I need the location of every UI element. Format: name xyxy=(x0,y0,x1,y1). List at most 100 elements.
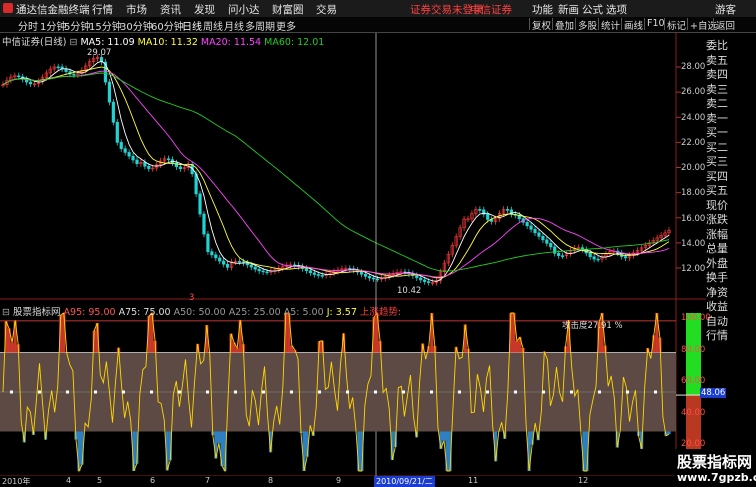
candle-body xyxy=(56,66,60,69)
candle-body xyxy=(304,268,309,271)
menu-caifuquan[interactable]: 财富圈 xyxy=(272,2,304,17)
side-buy1: 买一 xyxy=(706,126,728,139)
btn-biaoji[interactable]: 标记 xyxy=(664,18,688,32)
midline-dot xyxy=(346,390,349,394)
menu-xinhua[interactable]: 新画 xyxy=(558,2,579,17)
date-label-5: 5 xyxy=(97,476,103,485)
candle-body xyxy=(237,261,242,263)
btn-huaxian[interactable]: 画线 xyxy=(621,18,645,32)
signal-label: 上涨趋势: xyxy=(359,307,402,318)
period-30min[interactable]: 30分钟 xyxy=(120,18,153,33)
midline-dot xyxy=(430,390,433,394)
y-tick-16: 16.00 xyxy=(681,214,706,224)
period-1min[interactable]: 1分钟 xyxy=(40,18,66,33)
period-more[interactable]: 更多 xyxy=(276,18,296,33)
kline-chart-area[interactable] xyxy=(0,33,706,476)
ma60-label: MA60: 12.01 xyxy=(264,37,325,48)
midline-dot xyxy=(374,390,377,394)
midline-dot xyxy=(542,390,545,394)
midline-dot xyxy=(570,390,573,394)
midline-dot xyxy=(178,390,181,394)
midline-dot xyxy=(150,390,153,394)
btn-fuquan[interactable]: 复权 xyxy=(529,18,553,32)
candle-body xyxy=(533,229,537,234)
side-quote[interactable]: 行情 xyxy=(706,327,728,343)
candle-body xyxy=(423,279,427,282)
midline-dot xyxy=(38,390,41,394)
period-fenshi[interactable]: 分时 xyxy=(18,18,38,33)
candle-body xyxy=(127,152,131,157)
menu-wenxiaoda[interactable]: 问小达 xyxy=(228,2,260,17)
overbought-bar xyxy=(430,313,434,353)
y-tick-18: 18.00 xyxy=(681,188,706,198)
candle-body xyxy=(478,209,482,211)
candle-body xyxy=(202,213,206,235)
ma10-label: MA10: 11.32 xyxy=(137,37,198,48)
period-daily[interactable]: 日线 xyxy=(182,18,202,33)
candle-body xyxy=(427,281,431,283)
oversold-bar xyxy=(77,431,81,471)
btn-tongji[interactable]: 统计 xyxy=(598,18,622,32)
collapse-indicator-icon[interactable]: ⊟ xyxy=(2,307,10,318)
menu-gongneng[interactable]: 功能 xyxy=(532,2,553,17)
period-5min[interactable]: 5分钟 xyxy=(64,18,90,33)
period-weekly[interactable]: 周线 xyxy=(203,18,223,33)
candle-body xyxy=(316,274,320,276)
menu-zixun[interactable]: 资讯 xyxy=(160,2,181,17)
candle-body xyxy=(206,233,210,252)
candle-body xyxy=(560,255,565,257)
user-guest[interactable]: 游客 xyxy=(715,2,736,17)
candle-body xyxy=(119,142,123,149)
menu-xuanxiang[interactable]: 选项 xyxy=(606,2,627,17)
ind-tick-40: 40.00 xyxy=(681,408,706,418)
midline-dot xyxy=(598,390,601,394)
a50-label: A50: 50.00 xyxy=(173,307,226,318)
candle-body xyxy=(375,278,379,281)
period-monthly[interactable]: 月线 xyxy=(224,18,244,33)
overbought-bar xyxy=(515,340,519,353)
period-60min[interactable]: 60分钟 xyxy=(151,18,184,33)
btn-duogu[interactable]: 多股 xyxy=(575,18,599,32)
menu-jiaoyi[interactable]: 交易 xyxy=(316,2,337,17)
candle-body xyxy=(226,263,230,268)
candle-body xyxy=(218,257,222,262)
broker-name[interactable]: 中信证券 xyxy=(470,2,512,17)
cursor-date-label: 2010/09/21/二 xyxy=(374,476,435,487)
date-label-12: 12 xyxy=(578,476,589,485)
btn-fanhui[interactable]: 返回 xyxy=(713,18,737,32)
candle-body xyxy=(525,221,529,227)
candle-body xyxy=(166,158,171,161)
oversold-bar xyxy=(442,431,446,441)
midline-dot xyxy=(514,390,517,394)
menu-faxian[interactable]: 发现 xyxy=(194,2,215,17)
ind-tick-20: 20.00 xyxy=(681,439,706,449)
y-tick-24: 24.00 xyxy=(681,113,706,123)
app-logo-icon xyxy=(3,3,13,13)
low-price-label: 10.42 xyxy=(397,286,422,296)
period-multi[interactable]: 多周期 xyxy=(245,18,275,33)
candle-body xyxy=(371,277,376,280)
period-15min[interactable]: 15分钟 xyxy=(89,18,122,33)
menu-shichang[interactable]: 市场 xyxy=(126,2,147,17)
menu-hangqing[interactable]: 行情 xyxy=(92,2,113,17)
candle-body xyxy=(541,236,545,241)
candle-body xyxy=(72,73,76,76)
ma20-label: MA20: 11.54 xyxy=(200,37,262,48)
side-volume: 总量 xyxy=(706,242,728,255)
date-label-8: 8 xyxy=(268,476,274,485)
candle-body xyxy=(549,243,553,248)
menu-gongshi[interactable]: 公式 xyxy=(582,2,603,17)
candle-body xyxy=(214,254,218,259)
date-label-9: 9 xyxy=(336,476,342,485)
btn-diejia[interactable]: 叠加 xyxy=(552,18,576,32)
collapse-icon[interactable]: ⊟ xyxy=(69,37,77,48)
main-chart-legend: 中信证券(日线) ⊟ MA5: 11.09 MA10: 11.32 MA20: … xyxy=(2,34,324,48)
candle-body xyxy=(123,148,127,153)
overbought-bar xyxy=(13,320,17,353)
candle-body xyxy=(17,75,21,78)
candle-body xyxy=(360,271,364,275)
side-weibi: 委比 xyxy=(706,39,728,52)
indicator-name[interactable]: 股票指标网 xyxy=(13,307,61,318)
date-label-11: 11 xyxy=(468,476,479,485)
indicator-legend: ⊟ 股票指标网 A95: 95.00 A75: 75.00 A50: 50.00… xyxy=(2,304,401,318)
